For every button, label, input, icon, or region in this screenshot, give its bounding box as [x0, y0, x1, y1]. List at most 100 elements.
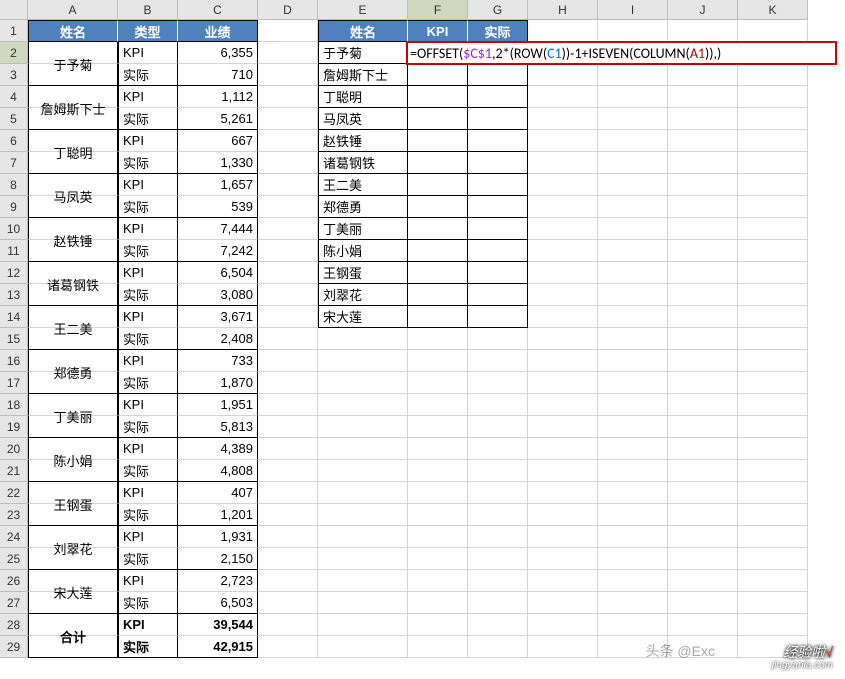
- row-header-21[interactable]: 21: [0, 460, 28, 482]
- cell-I11[interactable]: [598, 240, 668, 262]
- cell-F25[interactable]: [408, 548, 468, 570]
- cell-I20[interactable]: [598, 438, 668, 460]
- cell-F5[interactable]: [408, 108, 468, 130]
- cell-E18[interactable]: [318, 394, 408, 416]
- cell-B1[interactable]: 类型: [118, 20, 178, 42]
- cell-D6[interactable]: [258, 130, 318, 152]
- cell-J19[interactable]: [668, 416, 738, 438]
- cell-B28[interactable]: KPI: [118, 614, 178, 636]
- cell-D16[interactable]: [258, 350, 318, 372]
- cell-K25[interactable]: [738, 548, 808, 570]
- cell-F13[interactable]: [408, 284, 468, 306]
- cell-G22[interactable]: [468, 482, 528, 504]
- cell-E16[interactable]: [318, 350, 408, 372]
- cell-C1[interactable]: 业绩: [178, 20, 258, 42]
- cell-A1[interactable]: 姓名: [28, 20, 118, 42]
- cell-K13[interactable]: [738, 284, 808, 306]
- row-header-7[interactable]: 7: [0, 152, 28, 174]
- cell-I5[interactable]: [598, 108, 668, 130]
- cell-I18[interactable]: [598, 394, 668, 416]
- cell-K5[interactable]: [738, 108, 808, 130]
- cell-H15[interactable]: [528, 328, 598, 350]
- cell-J22[interactable]: [668, 482, 738, 504]
- cell-C24[interactable]: 1,931: [178, 526, 258, 548]
- cell-J1[interactable]: [668, 20, 738, 42]
- col-header-J[interactable]: J: [668, 0, 738, 20]
- cell-F29[interactable]: [408, 636, 468, 658]
- cell-C18[interactable]: 1,951: [178, 394, 258, 416]
- cell-E8[interactable]: 王二美: [318, 174, 408, 196]
- cell-A19[interactable]: [28, 416, 118, 438]
- cell-D1[interactable]: [258, 20, 318, 42]
- cell-G7[interactable]: [468, 152, 528, 174]
- row-header-17[interactable]: 17: [0, 372, 28, 394]
- cell-A17[interactable]: [28, 372, 118, 394]
- cell-G15[interactable]: [468, 328, 528, 350]
- cell-J4[interactable]: [668, 86, 738, 108]
- row-header-25[interactable]: 25: [0, 548, 28, 570]
- cell-C9[interactable]: 539: [178, 196, 258, 218]
- cell-G9[interactable]: [468, 196, 528, 218]
- cell-B15[interactable]: 实际: [118, 328, 178, 350]
- cell-K7[interactable]: [738, 152, 808, 174]
- cell-H3[interactable]: [528, 64, 598, 86]
- cell-A5[interactable]: [28, 108, 118, 130]
- cell-J12[interactable]: [668, 262, 738, 284]
- cell-H22[interactable]: [528, 482, 598, 504]
- cell-F22[interactable]: [408, 482, 468, 504]
- cell-B19[interactable]: 实际: [118, 416, 178, 438]
- cell-F8[interactable]: [408, 174, 468, 196]
- cell-B26[interactable]: KPI: [118, 570, 178, 592]
- cell-H17[interactable]: [528, 372, 598, 394]
- cell-J8[interactable]: [668, 174, 738, 196]
- cell-K20[interactable]: [738, 438, 808, 460]
- cell-G18[interactable]: [468, 394, 528, 416]
- cell-J27[interactable]: [668, 592, 738, 614]
- cell-K22[interactable]: [738, 482, 808, 504]
- row-header-26[interactable]: 26: [0, 570, 28, 592]
- cell-H10[interactable]: [528, 218, 598, 240]
- cell-G25[interactable]: [468, 548, 528, 570]
- cell-C12[interactable]: 6,504: [178, 262, 258, 284]
- cell-I17[interactable]: [598, 372, 668, 394]
- cell-A29[interactable]: [28, 636, 118, 658]
- cell-E19[interactable]: [318, 416, 408, 438]
- cell-K21[interactable]: [738, 460, 808, 482]
- col-header-K[interactable]: K: [738, 0, 808, 20]
- cell-B10[interactable]: KPI: [118, 218, 178, 240]
- cell-E25[interactable]: [318, 548, 408, 570]
- cell-B13[interactable]: 实际: [118, 284, 178, 306]
- cell-I15[interactable]: [598, 328, 668, 350]
- cell-I12[interactable]: [598, 262, 668, 284]
- cell-E9[interactable]: 郑德勇: [318, 196, 408, 218]
- cell-H13[interactable]: [528, 284, 598, 306]
- cell-A18[interactable]: [28, 394, 118, 416]
- cell-J15[interactable]: [668, 328, 738, 350]
- cell-G17[interactable]: [468, 372, 528, 394]
- cell-E5[interactable]: 马凤英: [318, 108, 408, 130]
- cell-B29[interactable]: 实际: [118, 636, 178, 658]
- cell-K15[interactable]: [738, 328, 808, 350]
- cell-I6[interactable]: [598, 130, 668, 152]
- cell-C3[interactable]: 710: [178, 64, 258, 86]
- cell-G21[interactable]: [468, 460, 528, 482]
- cell-F17[interactable]: [408, 372, 468, 394]
- select-all-corner[interactable]: [0, 0, 28, 20]
- cell-D2[interactable]: [258, 42, 318, 64]
- cell-D15[interactable]: [258, 328, 318, 350]
- cell-J14[interactable]: [668, 306, 738, 328]
- cell-E28[interactable]: [318, 614, 408, 636]
- cell-I27[interactable]: [598, 592, 668, 614]
- row-header-10[interactable]: 10: [0, 218, 28, 240]
- cell-K16[interactable]: [738, 350, 808, 372]
- cell-F23[interactable]: [408, 504, 468, 526]
- cell-I10[interactable]: [598, 218, 668, 240]
- cell-I9[interactable]: [598, 196, 668, 218]
- cell-D7[interactable]: [258, 152, 318, 174]
- cell-E11[interactable]: 陈小娟: [318, 240, 408, 262]
- cell-H8[interactable]: [528, 174, 598, 196]
- cell-K4[interactable]: [738, 86, 808, 108]
- row-header-22[interactable]: 22: [0, 482, 28, 504]
- cell-B20[interactable]: KPI: [118, 438, 178, 460]
- cell-K17[interactable]: [738, 372, 808, 394]
